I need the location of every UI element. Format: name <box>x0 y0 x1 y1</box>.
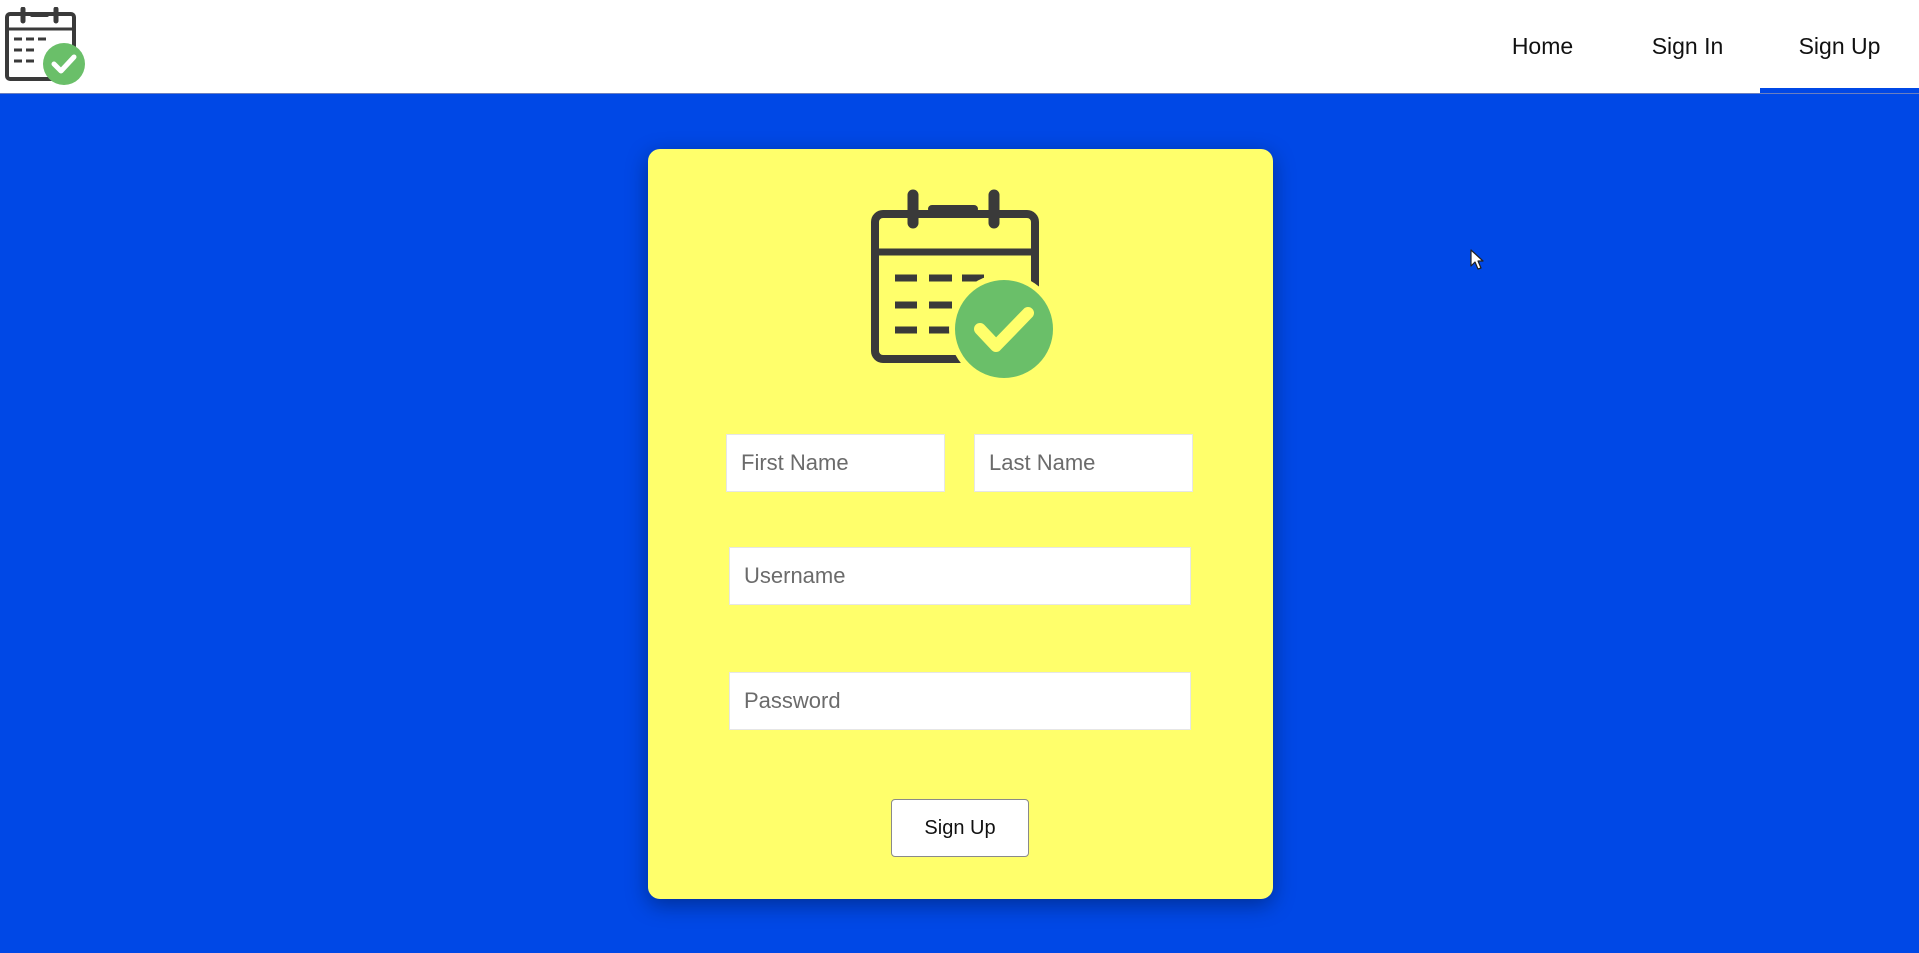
mouse-pointer-icon <box>1470 249 1484 270</box>
nav-sign-up-link[interactable]: Sign Up <box>1760 0 1919 93</box>
calendar-check-icon[interactable] <box>4 7 88 87</box>
sign-up-button[interactable]: Sign Up <box>891 799 1029 857</box>
password-field[interactable] <box>729 672 1191 730</box>
nav-links: Home Sign In Sign Up <box>1470 0 1919 93</box>
username-field[interactable] <box>729 547 1191 605</box>
sign-up-card: Sign Up <box>648 149 1273 899</box>
first-name-field[interactable] <box>726 434 945 492</box>
top-navbar: Home Sign In Sign Up <box>0 0 1919 94</box>
nav-home-link[interactable]: Home <box>1470 0 1615 93</box>
last-name-field[interactable] <box>974 434 1193 492</box>
calendar-check-icon <box>871 189 1059 384</box>
nav-sign-in-link[interactable]: Sign In <box>1615 0 1760 93</box>
